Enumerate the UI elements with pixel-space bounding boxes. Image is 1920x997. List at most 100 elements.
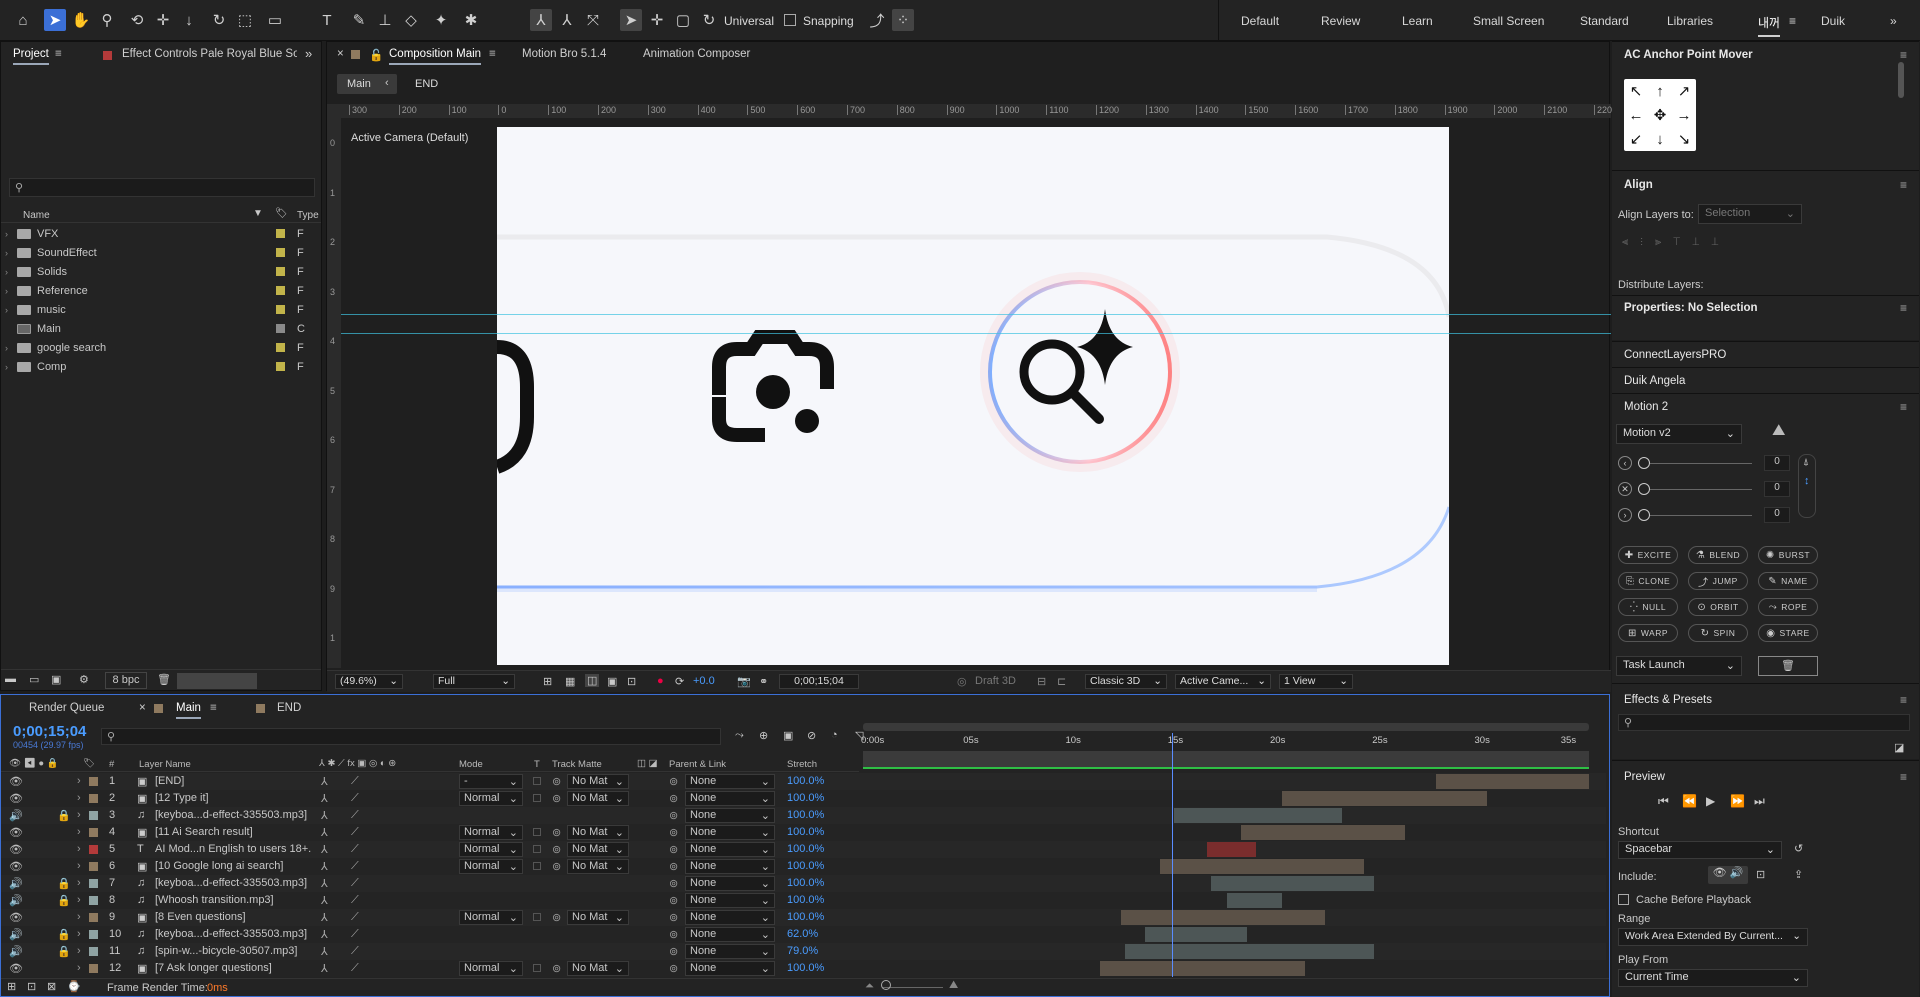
track-matte-select[interactable]: No Mat ⌄ — [567, 791, 629, 806]
quality-switch-icon[interactable]: ⟋ — [351, 809, 359, 822]
close-tab-icon[interactable]: × — [337, 48, 344, 60]
motion-version-select[interactable]: Motion v2 ⌄ — [1616, 424, 1742, 444]
toggle-switches-icon[interactable]: ⊞ — [7, 980, 16, 993]
layer-name[interactable]: [spin-w...-bicycle-30507.mp3] — [155, 945, 315, 957]
anchor-top-left-icon[interactable]: ↖ — [1626, 81, 1646, 101]
quality-switch-icon[interactable]: ⟋ — [351, 962, 359, 975]
blend-mode-select[interactable]: - ⌄ — [459, 774, 523, 789]
matte-header-icon[interactable]: ◫ ◪ — [637, 758, 658, 769]
project-item[interactable]: › google search F — [1, 338, 321, 357]
motion-warp-button[interactable]: ⊞ WARP — [1618, 624, 1678, 642]
label-color-swatch[interactable] — [276, 248, 285, 257]
quality-switch-icon[interactable]: ⟋ — [351, 877, 359, 890]
motion-blur-icon[interactable]: ◔ — [831, 729, 838, 741]
eye-icon[interactable]: 👁 — [9, 843, 23, 856]
layer-duration-bar[interactable] — [1282, 791, 1487, 806]
guide-line-1[interactable] — [341, 314, 1611, 315]
layer-name[interactable]: [keyboa...d-effect-335503.mp3] — [155, 809, 315, 821]
layer-label-swatch[interactable] — [89, 794, 98, 803]
effects-menu-icon[interactable]: ≡ — [1900, 693, 1907, 707]
draft3d-label[interactable]: Draft 3D — [975, 675, 1016, 687]
lock-icon[interactable]: 🔒 — [57, 809, 71, 822]
shy-switch-icon[interactable]: ⅄ — [321, 826, 328, 839]
project-menu-icon[interactable]: ≡ — [55, 48, 62, 60]
motion-name-button[interactable]: ✎ NAME — [1758, 572, 1818, 590]
motion-graph-icon[interactable]: ⛰ — [1772, 422, 1785, 440]
next-frame-icon[interactable]: ⏩ — [1730, 794, 1745, 808]
reset-shortcut-icon[interactable]: ↺ — [1794, 842, 1803, 855]
anchor-center-icon[interactable]: ✥ — [1650, 105, 1670, 125]
blend-mode-select[interactable]: Normal ⌄ — [459, 842, 523, 857]
project-item[interactable]: › Comp F — [1, 357, 321, 376]
pan-behind-icon[interactable]: ⬚ — [234, 9, 256, 31]
select-3d-icon[interactable]: ➤ — [620, 9, 642, 31]
layer-row[interactable]: 👁 › 1 ▣ [END] ⅄ ⟋ - ⌄ ⊚ No Mat ⌄ ⊚ None ⌄ 100.0% — [1, 773, 1606, 790]
shortcut-select[interactable]: Spacebar ⌄ — [1618, 841, 1782, 859]
new-preset-icon[interactable]: ◪ — [1894, 741, 1904, 754]
playhead-line[interactable] — [1171, 733, 1173, 977]
motion-spin-button[interactable]: ↻ SPIN — [1688, 624, 1748, 642]
camera-select[interactable]: Active Came... ⌄ — [1175, 674, 1271, 689]
lock-icon[interactable]: 🔒 — [57, 877, 71, 890]
expand-chevron-icon[interactable]: › — [5, 362, 17, 372]
layer-stretch[interactable]: 100.0% — [787, 792, 824, 804]
col-type[interactable]: Type — [297, 210, 319, 221]
guide-line-2[interactable] — [341, 333, 1611, 334]
preview-menu-icon[interactable]: ≡ — [1900, 770, 1907, 784]
duik-title[interactable]: Duik Angela — [1624, 375, 1685, 387]
speaker-icon[interactable]: 🔊 — [9, 945, 23, 958]
layer-name[interactable]: AI Mod...n English to users 18+. — [155, 843, 315, 855]
quality-switch-icon[interactable]: ⟋ — [351, 945, 359, 958]
rotate-tool-icon[interactable]: ↻ — [208, 9, 230, 31]
timeline-zoom-handle[interactable] — [881, 980, 891, 990]
expand-chevron-icon[interactable]: › — [77, 894, 81, 906]
layer-label-swatch[interactable] — [89, 930, 98, 939]
parent-select[interactable]: None ⌄ — [685, 944, 775, 959]
prev-frame-icon[interactable]: ⏪ — [1682, 794, 1697, 808]
lock-icon[interactable]: 🔒 — [57, 928, 71, 941]
label-color-swatch[interactable] — [276, 229, 285, 238]
parent-select[interactable]: None ⌄ — [685, 808, 775, 823]
tab-motion-bro[interactable]: Motion Bro 5.1.4 — [522, 48, 606, 60]
universal-label[interactable]: Universal — [724, 14, 774, 28]
layer-duration-bar[interactable] — [1124, 944, 1375, 959]
anchor-menu-icon[interactable]: ≡ — [1900, 48, 1907, 62]
snapping-checkbox[interactable] — [784, 14, 796, 26]
layer-row[interactable]: 👁 › 5 T AI Mod...n English to users 18+. ⅄ ⟋ No… — [1, 841, 1606, 858]
speaker-icon[interactable]: 🔊 — [9, 894, 23, 907]
pickwhip-icon[interactable]: ⊚ — [669, 860, 678, 873]
ease-both-slider[interactable] — [1640, 489, 1752, 490]
brush-tool-icon[interactable]: ✎ — [348, 9, 370, 31]
layer-stretch[interactable]: 100.0% — [787, 860, 824, 872]
layer-stretch[interactable]: 79.0% — [787, 945, 818, 957]
align-menu-icon[interactable]: ≡ — [1900, 178, 1907, 192]
workspace-libraries[interactable]: Libraries — [1667, 14, 1713, 28]
ease-out-value[interactable]: 0 — [1764, 507, 1790, 523]
toggle-in-out-icon[interactable]: ⊠ — [47, 980, 56, 993]
pickwhip-icon[interactable]: ⊚ — [669, 809, 678, 822]
roto-brush-icon[interactable]: ✦ — [430, 9, 452, 31]
layer-row[interactable]: 🔊 🔒 › 3 ♫ [keyboa...d-effect-335503.mp3] ⅄ ⟋ ⊚ No… — [1, 807, 1606, 824]
expand-chevron-icon[interactable]: › — [77, 792, 81, 804]
matte-link-icon[interactable]: ⊚ — [552, 860, 561, 873]
expand-chevron-icon[interactable]: › — [77, 945, 81, 957]
expand-chevron-icon[interactable]: › — [5, 267, 17, 277]
layer-name[interactable]: [7 Ask longer questions] — [155, 962, 315, 974]
layer-stretch[interactable]: 100.0% — [787, 809, 824, 821]
pickwhip-icon[interactable]: ⊚ — [669, 792, 678, 805]
layer-duration-bar[interactable] — [1145, 927, 1248, 942]
parent-select[interactable]: None ⌄ — [685, 961, 775, 976]
parent-select[interactable]: None ⌄ — [685, 825, 775, 840]
selection-tool-icon[interactable]: ➤ — [44, 9, 66, 31]
layer-row[interactable]: 👁 › 2 ▣ [12 Type it] ⅄ ⟋ Normal ⌄ ⊚ No Mat ⌄ ⊚ None ⌄ 1… — [1, 790, 1606, 807]
blend-mode-select[interactable]: Normal ⌄ — [459, 859, 523, 874]
label-tag-icon[interactable]: 🏷 — [275, 208, 288, 219]
layer-name[interactable]: [10 Google long ai search] — [155, 860, 315, 872]
workspace-overflow-icon[interactable]: » — [1890, 14, 1897, 28]
expand-chevron-icon[interactable]: › — [5, 286, 17, 296]
switches-header-icon[interactable]: ⅄ ✱ ⟋ fx ▣ ◎ ◐ ⊛ — [319, 758, 396, 769]
world-axis-icon[interactable]: ⅄ — [556, 9, 578, 31]
track-matte-select[interactable]: No Mat ⌄ — [567, 859, 629, 874]
zoom-in-icon[interactable]: ⛰ — [949, 979, 958, 992]
effects-search-input[interactable]: ⚲ — [1618, 714, 1910, 731]
